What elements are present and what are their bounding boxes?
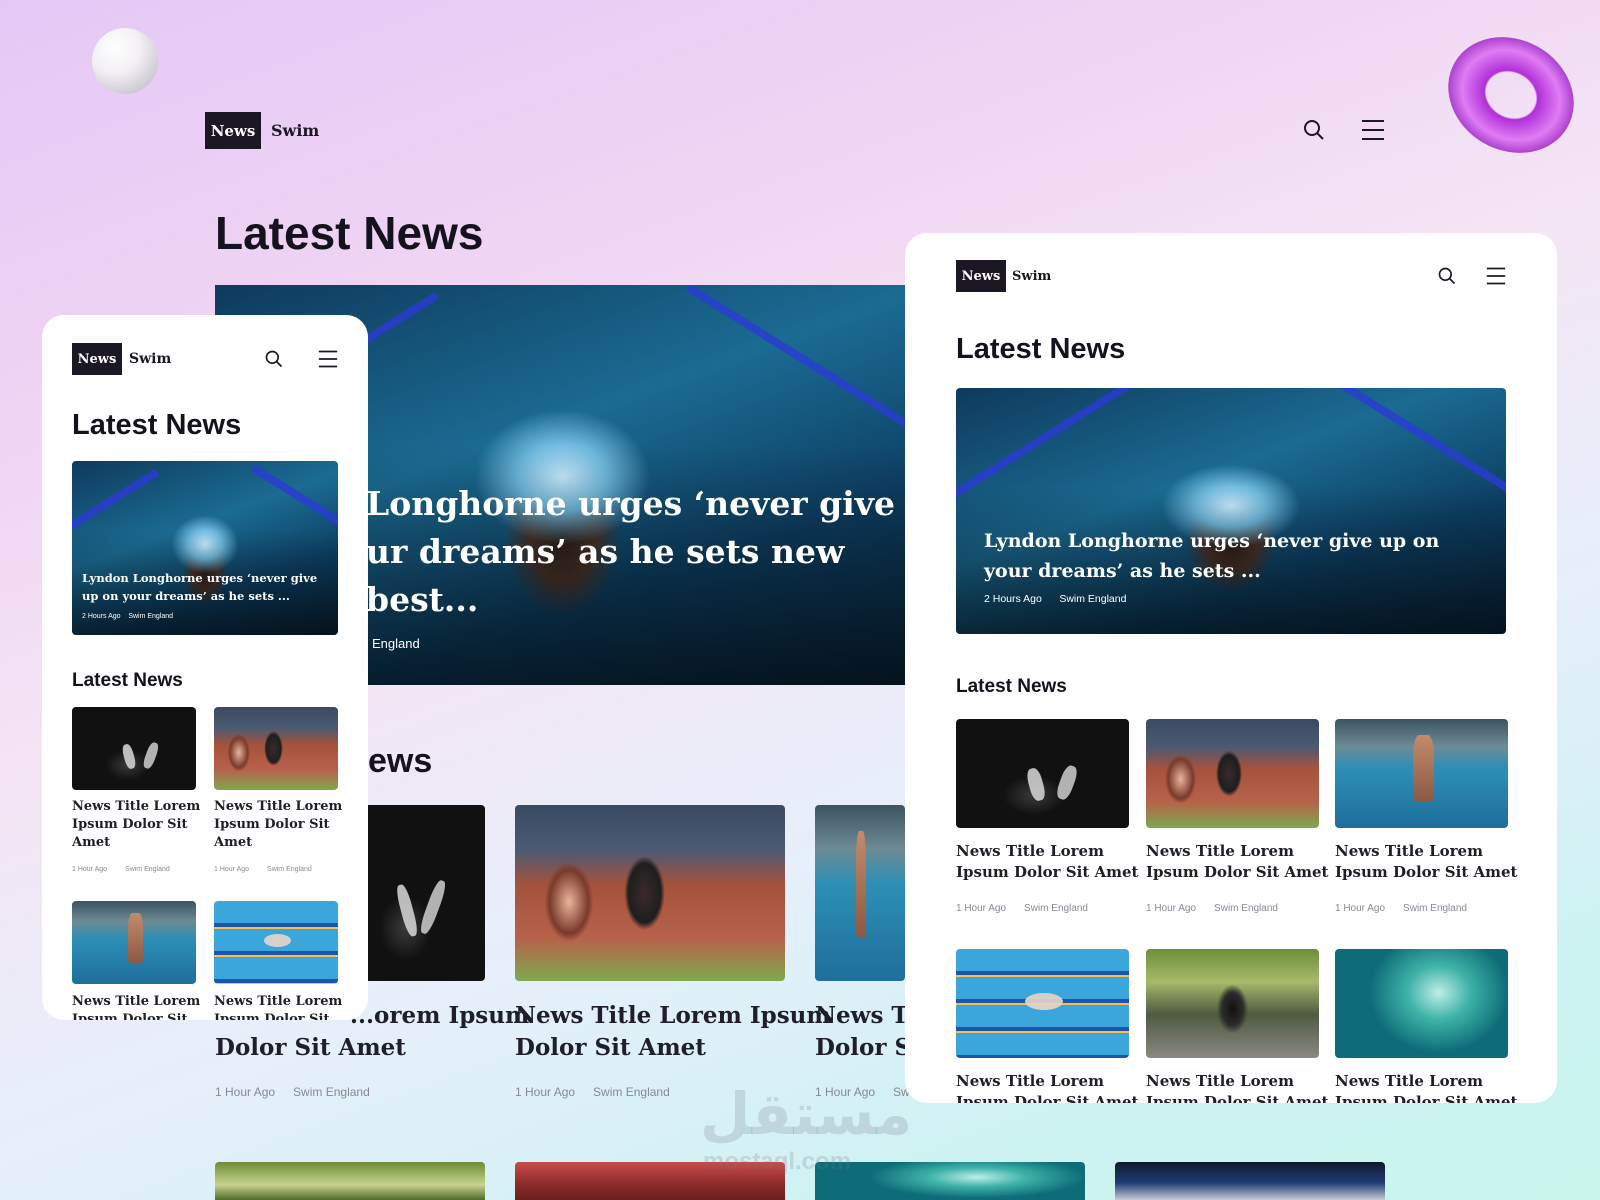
tablet-item-meta-3: 1 Hour Ago Swim England	[1335, 903, 1467, 914]
mobile-logo[interactable]: News Swim	[72, 343, 171, 375]
desktop-card-meta-1: 1 Hour Ago Swim England	[215, 1085, 370, 1099]
mobile-thumb-3[interactable]	[72, 901, 196, 984]
desktop-card-meta-2: 1 Hour Ago Swim England	[515, 1085, 670, 1099]
mobile-thumb-2[interactable]	[214, 707, 338, 790]
tablet-thumb-2[interactable]	[1146, 719, 1319, 828]
mobile-page-title: Latest News	[72, 409, 242, 441]
mobile-hero-meta: 2 Hours Ago Swim England	[82, 613, 174, 620]
mobile-hero-title: Lyndon Longhorne urges ‘never give up on…	[82, 571, 318, 603]
mobile-item-meta-2: 1 Hour Ago Swim England	[214, 866, 312, 873]
desktop-card-title-2[interactable]: News Title Lorem Ipsum Dolor Sit Amet	[515, 1000, 831, 1064]
search-icon[interactable]	[264, 349, 284, 369]
search-icon[interactable]	[1437, 266, 1457, 286]
tablet-item-title-6[interactable]: News Title Lorem Ipsum Dolor Sit Amet	[1335, 1071, 1517, 1103]
menu-icon[interactable]	[317, 349, 339, 369]
tablet-subheading: Latest News	[956, 676, 1067, 697]
tablet-thumb-1[interactable]	[956, 719, 1129, 828]
tablet-item-title-1[interactable]: News Title Lorem Ipsum Dolor Sit Amet	[956, 841, 1138, 883]
brand-word: Swim	[1012, 268, 1052, 284]
tablet-page-title: Latest News	[956, 333, 1126, 365]
tablet-thumb-5[interactable]	[1146, 949, 1319, 1058]
tablet-hero-title: Lyndon Longhorne urges ‘never give up on…	[984, 530, 1440, 582]
watermark-arabic: مستقل	[700, 1080, 913, 1148]
tablet-item-title-4[interactable]: News Title Lorem Ipsum Dolor Sit Amet	[956, 1071, 1138, 1103]
mobile-mockup: News Swim Latest News Lyndon Longhorne u…	[42, 315, 368, 1020]
decorative-torus	[1427, 14, 1595, 176]
decorative-sphere	[92, 28, 158, 94]
brand-box: News	[205, 112, 261, 149]
mobile-item-title-3[interactable]: News Title Lorem Ipsum Dolor Sit	[72, 993, 200, 1020]
mobile-hero-image[interactable]: Lyndon Longhorne urges ‘never give up on…	[72, 461, 338, 635]
desktop-bottom-image-3[interactable]	[815, 1162, 1085, 1200]
desktop-card-title-1[interactable]: ...orem Ipsum	[350, 1000, 529, 1032]
watermark-latin: mostaql.com	[703, 1148, 852, 1175]
mobile-item-title-2[interactable]: News Title Lorem Ipsum Dolor Sit Amet	[214, 798, 342, 852]
desktop-bottom-image-1[interactable]	[215, 1162, 485, 1200]
menu-icon[interactable]	[1485, 266, 1507, 286]
tablet-item-title-3[interactable]: News Title Lorem Ipsum Dolor Sit Amet	[1335, 841, 1517, 883]
tablet-logo[interactable]: News Swim	[956, 260, 1051, 292]
tablet-item-meta-2: 1 Hour Ago Swim England	[1146, 903, 1278, 914]
tablet-item-title-5[interactable]: News Title Lorem Ipsum Dolor Sit Amet	[1146, 1071, 1328, 1103]
tablet-hero-meta: 2 Hours Ago Swim England	[984, 593, 1127, 605]
desktop-subheading: ews	[368, 742, 433, 780]
tablet-thumb-3[interactable]	[1335, 719, 1508, 828]
tablet-thumb-6[interactable]	[1335, 949, 1508, 1058]
tablet-item-title-2[interactable]: News Title Lorem Ipsum Dolor Sit Amet	[1146, 841, 1328, 883]
mobile-item-meta-1: 1 Hour Ago Swim England	[72, 866, 170, 873]
page-title: Latest News	[215, 207, 484, 259]
mobile-item-title-4[interactable]: News Title Lorem Ipsum Dolor Sit	[214, 993, 342, 1020]
desktop-hero-title[interactable]: Longhorne urges ‘never give ur dreams’ a…	[366, 480, 895, 624]
tablet-thumb-4[interactable]	[956, 949, 1129, 1058]
brand-box: News	[956, 260, 1006, 292]
brand-word: Swim	[129, 351, 172, 367]
brand-word: Swim	[271, 121, 320, 140]
brand-box: News	[72, 343, 122, 375]
tablet-item-meta-1: 1 Hour Ago Swim England	[956, 903, 1088, 914]
desktop-card-image-3[interactable]	[815, 805, 905, 981]
desktop-hero-source: England	[372, 636, 420, 651]
mobile-thumb-4[interactable]	[214, 901, 338, 984]
tablet-mockup: News Swim Latest News Lyndon Longhorne u…	[905, 233, 1557, 1103]
desktop-card-image-2[interactable]	[515, 805, 785, 981]
desktop-header-logo[interactable]: News Swim	[205, 112, 319, 149]
search-icon[interactable]	[1302, 118, 1326, 142]
tablet-hero-image[interactable]: Lyndon Longhorne urges ‘never give up on…	[956, 388, 1506, 634]
mobile-subheading: Latest News	[72, 670, 183, 691]
desktop-bottom-image-4[interactable]	[1115, 1162, 1385, 1200]
desktop-card-title-1b[interactable]: Dolor Sit Amet	[215, 1032, 406, 1064]
mobile-item-title-1[interactable]: News Title Lorem Ipsum Dolor Sit Amet	[72, 798, 200, 852]
menu-icon[interactable]	[1360, 118, 1386, 142]
mobile-thumb-1[interactable]	[72, 707, 196, 790]
